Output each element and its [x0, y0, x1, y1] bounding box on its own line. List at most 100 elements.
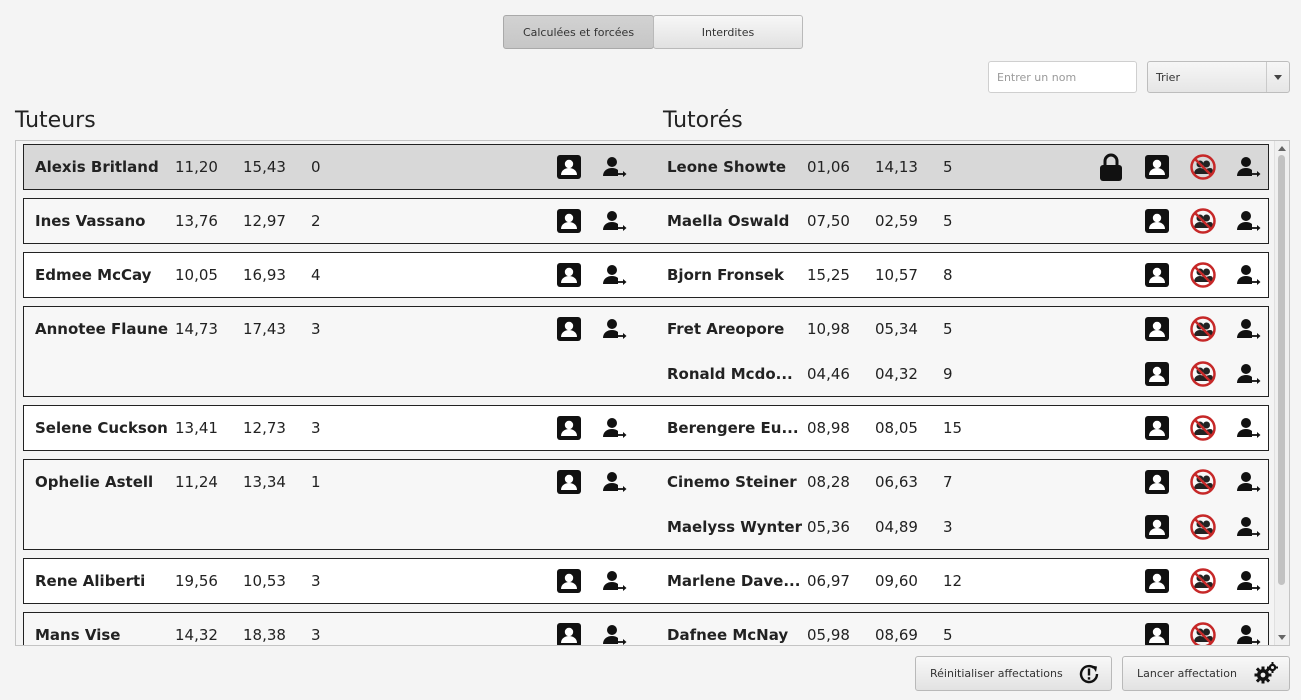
tutee-profile-icon[interactable] — [1144, 568, 1170, 594]
tutor-count: 3 — [311, 320, 321, 338]
pair-row[interactable]: Alexis Britland 11,20 15,43 0 Leone Showte 01… — [23, 144, 1269, 190]
tutee-reassign-icon[interactable] — [1236, 208, 1262, 234]
pair-row[interactable]: Selene Cuckson 13,41 12,73 3 Berengere Eu...… — [23, 405, 1269, 451]
tab-interdites[interactable]: Interdites — [653, 15, 803, 49]
tab-bar: Calculées et forcées Interdites — [503, 15, 803, 49]
tutor-name: Alexis Britland — [35, 158, 159, 176]
pair-row[interactable]: Mans Vise 14,32 18,38 3 Dafnee McNay 05,98 08,… — [23, 612, 1269, 645]
tutee-name: Dafnee McNay — [667, 626, 789, 644]
tutor-reassign-icon[interactable] — [602, 568, 628, 594]
tutee-profile-icon[interactable] — [1144, 514, 1170, 540]
tutor-count: 4 — [311, 266, 321, 284]
tutor-profile-icon[interactable] — [556, 208, 582, 234]
tutor-reassign-icon[interactable] — [602, 262, 628, 288]
tutee-profile-icon[interactable] — [1144, 262, 1170, 288]
scroll-up-arrow-icon[interactable] — [1278, 146, 1286, 151]
tutee-value-1: 04,46 — [807, 365, 850, 383]
pair-row[interactable]: Rene Aliberti 19,56 10,53 3 Marlene Dave... 0… — [23, 558, 1269, 604]
tutee-count: 8 — [943, 266, 953, 284]
tutor-name: Rene Aliberti — [35, 572, 146, 590]
pair-row[interactable]: Ines Vassano 13,76 12,97 2 Maella Oswald 07,5… — [23, 198, 1269, 244]
tutee-profile-icon[interactable] — [1144, 154, 1170, 180]
tutee-profile-icon[interactable] — [1144, 208, 1170, 234]
forbid-pair-icon[interactable] — [1190, 514, 1216, 540]
scroll-down-arrow-icon[interactable] — [1278, 635, 1286, 640]
tutor-reassign-icon[interactable] — [602, 154, 628, 180]
pair-row[interactable]: Annotee Flaune 14,73 17,43 3 Fret Areopore 10… — [23, 306, 1269, 397]
tutee-profile-icon[interactable] — [1144, 469, 1170, 495]
tutor-value-2: 12,73 — [243, 419, 286, 437]
scroll-thumb[interactable] — [1278, 155, 1285, 585]
tutee-value-1: 15,25 — [807, 266, 850, 284]
pairs-list[interactable]: Alexis Britland 11,20 15,43 0 Leone Showte 01… — [15, 140, 1290, 646]
tutee-reassign-icon[interactable] — [1236, 262, 1262, 288]
tutor-name: Mans Vise — [35, 626, 121, 644]
tutee-value-1: 08,98 — [807, 419, 850, 437]
pair-row[interactable]: Ophelie Astell 11,24 13,34 1 Cinemo Steiner 0… — [23, 459, 1269, 550]
forbid-pair-icon[interactable] — [1190, 262, 1216, 288]
tutor-reassign-icon[interactable] — [602, 622, 628, 645]
search-name-input[interactable] — [988, 61, 1137, 93]
tutee-value-1: 07,50 — [807, 212, 850, 230]
tutor-profile-icon[interactable] — [556, 568, 582, 594]
reset-assignments-button[interactable]: Réinitialiser affectations — [915, 656, 1112, 691]
chevron-down-icon[interactable] — [1266, 62, 1289, 92]
tab-calculees-forcees[interactable]: Calculées et forcées — [503, 15, 654, 49]
tutor-value-1: 19,56 — [175, 572, 218, 590]
forbid-pair-icon[interactable] — [1190, 154, 1216, 180]
tuteurs-title: Tuteurs — [15, 108, 96, 133]
forbid-pair-icon[interactable] — [1190, 361, 1216, 387]
tutor-reassign-icon[interactable] — [602, 469, 628, 495]
tutor-count: 1 — [311, 473, 321, 491]
tutee-value-1: 05,98 — [807, 626, 850, 644]
tutee-reassign-icon[interactable] — [1236, 568, 1262, 594]
tutee-profile-icon[interactable] — [1144, 361, 1170, 387]
tutee-value-2: 09,60 — [875, 572, 918, 590]
tutee-profile-icon[interactable] — [1144, 316, 1170, 342]
pair-row[interactable]: Edmee McCay 10,05 16,93 4 Bjorn Fronsek 15,25… — [23, 252, 1269, 298]
tutor-value-1: 11,20 — [175, 158, 218, 176]
run-assignment-button[interactable]: Lancer affectation — [1122, 656, 1290, 691]
tutor-value-1: 13,76 — [175, 212, 218, 230]
vertical-scrollbar[interactable] — [1274, 141, 1289, 645]
tutee-reassign-icon[interactable] — [1236, 316, 1262, 342]
tutee-value-2: 08,05 — [875, 419, 918, 437]
lock-icon[interactable] — [1098, 152, 1124, 182]
tutor-profile-icon[interactable] — [556, 262, 582, 288]
forbid-pair-icon[interactable] — [1190, 568, 1216, 594]
tutee-value-2: 04,89 — [875, 518, 918, 536]
tutee-name: Berengere Eu... — [667, 419, 799, 437]
run-assignment-label: Lancer affectation — [1137, 667, 1237, 680]
tutee-reassign-icon[interactable] — [1236, 514, 1262, 540]
tutor-value-1: 11,24 — [175, 473, 218, 491]
tutee-name: Fret Areopore — [667, 320, 785, 338]
tutee-reassign-icon[interactable] — [1236, 415, 1262, 441]
tutor-profile-icon[interactable] — [556, 316, 582, 342]
tutee-count: 3 — [943, 518, 953, 536]
tutor-profile-icon[interactable] — [556, 154, 582, 180]
tutee-reassign-icon[interactable] — [1236, 361, 1262, 387]
tutores-title: Tutorés — [663, 108, 743, 133]
tutor-profile-icon[interactable] — [556, 622, 582, 645]
forbid-pair-icon[interactable] — [1190, 622, 1216, 645]
forbid-pair-icon[interactable] — [1190, 316, 1216, 342]
tutor-name: Selene Cuckson — [35, 419, 168, 437]
tutee-profile-icon[interactable] — [1144, 622, 1170, 645]
tutee-profile-icon[interactable] — [1144, 415, 1170, 441]
sort-select[interactable]: Trier — [1147, 61, 1290, 93]
tutee-reassign-icon[interactable] — [1236, 469, 1262, 495]
tutor-reassign-icon[interactable] — [602, 208, 628, 234]
tutor-reassign-icon[interactable] — [602, 316, 628, 342]
tutor-profile-icon[interactable] — [556, 415, 582, 441]
forbid-pair-icon[interactable] — [1190, 415, 1216, 441]
tutee-reassign-icon[interactable] — [1236, 154, 1262, 180]
tutor-profile-icon[interactable] — [556, 469, 582, 495]
forbid-pair-icon[interactable] — [1190, 208, 1216, 234]
tutee-reassign-icon[interactable] — [1236, 622, 1262, 645]
forbid-pair-icon[interactable] — [1190, 469, 1216, 495]
tutor-value-1: 13,41 — [175, 419, 218, 437]
tutor-value-2: 16,93 — [243, 266, 286, 284]
tutor-reassign-icon[interactable] — [602, 415, 628, 441]
tutor-value-1: 14,73 — [175, 320, 218, 338]
tutee-value-2: 06,63 — [875, 473, 918, 491]
